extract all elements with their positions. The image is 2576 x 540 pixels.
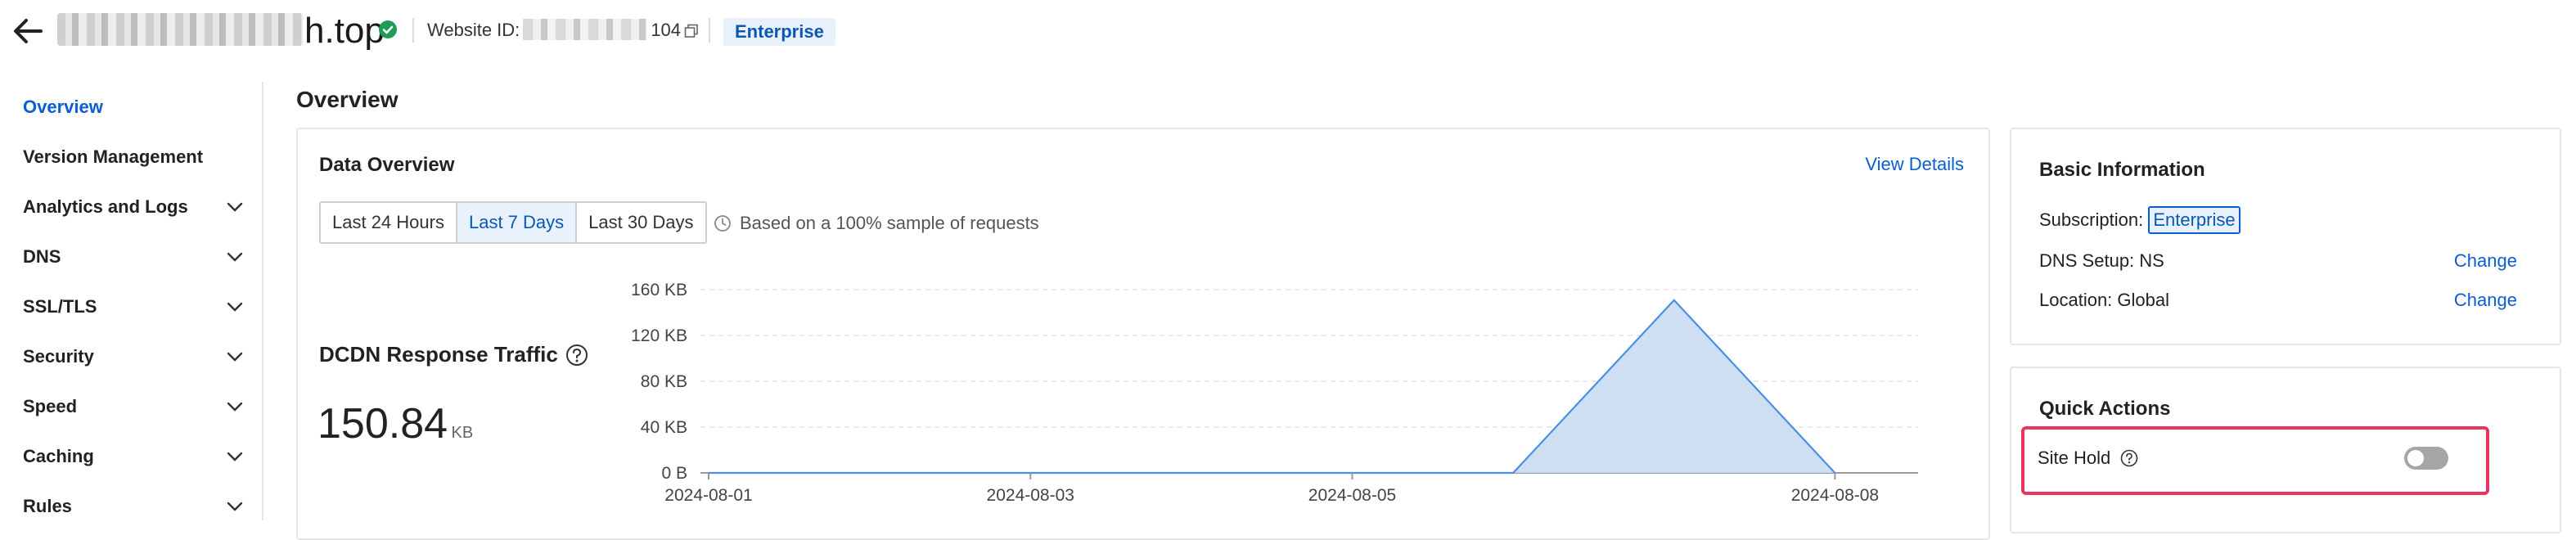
chevron-down-icon xyxy=(226,201,244,213)
y-tick-label: 120 KB xyxy=(631,326,687,345)
y-tick-label: 80 KB xyxy=(641,372,687,391)
header-divider xyxy=(412,18,414,43)
x-tick-label: 2024-08-08 xyxy=(1791,486,1879,505)
site-name-redacted xyxy=(57,13,303,46)
sidebar-item-label: Version Management xyxy=(23,146,203,167)
sidebar-item-label: Security xyxy=(23,346,94,367)
sidebar-item-caching[interactable]: Caching xyxy=(23,436,244,477)
sidebar-item-ssl-tls[interactable]: SSL/TLS xyxy=(23,286,244,327)
chevron-down-icon xyxy=(226,251,244,263)
chevron-down-icon xyxy=(226,301,244,313)
y-tick-label: 0 B xyxy=(661,464,687,483)
sidebar-item-label: SSL/TLS xyxy=(23,296,97,317)
x-tick-label: 2024-08-03 xyxy=(987,486,1074,505)
help-icon[interactable] xyxy=(2120,449,2138,467)
subscription-row: Subscription: Enterprise xyxy=(2039,206,2240,234)
sidebar-item-speed[interactable]: Speed xyxy=(23,386,244,427)
sidebar-item-overview[interactable]: Overview xyxy=(23,87,244,128)
sidebar-item-label: Analytics and Logs xyxy=(23,196,188,217)
metric-value: 150.84 xyxy=(317,400,448,448)
range-last-7-days-button[interactable]: Last 7 Days xyxy=(457,203,577,242)
chart-x-axis: 2024-08-01 2024-08-03 2024-08-05 2024-08-08 xyxy=(664,473,1879,505)
sample-note: Based on a 100% sample of requests xyxy=(740,211,1039,236)
sidebar-item-rules[interactable]: Rules xyxy=(23,486,244,527)
verified-check-icon xyxy=(379,20,397,38)
site-name-suffix: h.top xyxy=(304,11,385,51)
sidebar-item-label: DNS xyxy=(23,246,61,267)
website-id-redacted xyxy=(523,19,647,40)
chevron-down-icon xyxy=(226,351,244,362)
metric-readout: 150.84 KB xyxy=(317,399,473,448)
subscription-label: Subscription: xyxy=(2039,209,2143,230)
help-icon[interactable] xyxy=(565,344,588,367)
subscription-badge: Enterprise xyxy=(2148,206,2240,234)
website-id: Website ID: 104 xyxy=(427,18,681,43)
website-id-suffix: 104 xyxy=(651,20,681,40)
sidebar-item-label: Caching xyxy=(23,446,94,466)
change-dns-link[interactable]: Change xyxy=(2454,249,2517,273)
sidebar-item-label: Overview xyxy=(23,97,103,117)
view-details-link[interactable]: View Details xyxy=(1865,152,1964,177)
toggle-knob xyxy=(2407,450,2424,466)
page-title: Overview xyxy=(296,85,399,115)
quick-actions-title: Quick Actions xyxy=(2039,396,2170,422)
dns-setup-text: DNS Setup: NS xyxy=(2039,249,2164,273)
series-area-fill xyxy=(709,300,1835,473)
sidebar-item-dns[interactable]: DNS xyxy=(23,236,244,277)
back-arrow-icon[interactable] xyxy=(8,11,47,51)
metric-label: DCDN Response Traffic xyxy=(319,340,588,368)
location-text: Location: Global xyxy=(2039,288,2169,313)
copy-icon[interactable] xyxy=(684,24,699,38)
clock-icon xyxy=(714,214,732,232)
site-hold-toggle[interactable] xyxy=(2404,447,2448,470)
sidebar-item-security[interactable]: Security xyxy=(23,336,244,377)
basic-information-card: Basic Information Subscription: Enterpri… xyxy=(2010,128,2561,345)
sidebar-nav: Overview Version Management Analytics an… xyxy=(0,82,263,520)
data-overview-card: Data Overview View Details Last 24 Hours… xyxy=(296,128,1990,540)
x-tick-label: 2024-08-01 xyxy=(664,486,752,505)
site-hold-row: Site Hold xyxy=(2038,446,2138,470)
x-tick-label: 2024-08-05 xyxy=(1308,486,1396,505)
traffic-chart: 0 B40 KB80 KB120 KB160 KB 2024-08-012024… xyxy=(625,268,1951,514)
chart-series xyxy=(709,300,1835,473)
chevron-down-icon xyxy=(226,401,244,412)
metric-label-text: DCDN Response Traffic xyxy=(319,342,558,367)
metric-unit: KB xyxy=(452,424,474,442)
plan-tier-badge: Enterprise xyxy=(723,18,835,46)
sidebar-item-analytics-and-logs[interactable]: Analytics and Logs xyxy=(23,187,244,227)
y-tick-label: 40 KB xyxy=(641,418,687,437)
sidebar-item-label: Speed xyxy=(23,396,77,416)
sidebar-item-version-management[interactable]: Version Management xyxy=(23,137,244,178)
chart-y-axis: 0 B 40 KB 80 KB 120 KB 160 KB xyxy=(631,281,687,483)
chevron-down-icon xyxy=(226,451,244,462)
header-divider xyxy=(709,18,710,43)
site-hold-label: Site Hold xyxy=(2038,448,2110,468)
range-last-24-hours-button[interactable]: Last 24 Hours xyxy=(321,203,457,242)
y-tick-label: 160 KB xyxy=(631,281,687,299)
website-id-label: Website ID: xyxy=(427,20,520,40)
chevron-down-icon xyxy=(226,501,244,512)
time-range-selector: Last 24 Hours Last 7 Days Last 30 Days xyxy=(319,201,707,244)
sidebar-item-label: Rules xyxy=(23,496,72,516)
site-name: h.top xyxy=(57,8,385,54)
change-location-link[interactable]: Change xyxy=(2454,288,2517,313)
data-overview-title: Data Overview xyxy=(319,152,454,178)
basic-information-title: Basic Information xyxy=(2039,157,2205,183)
range-last-30-days-button[interactable]: Last 30 Days xyxy=(577,203,705,242)
